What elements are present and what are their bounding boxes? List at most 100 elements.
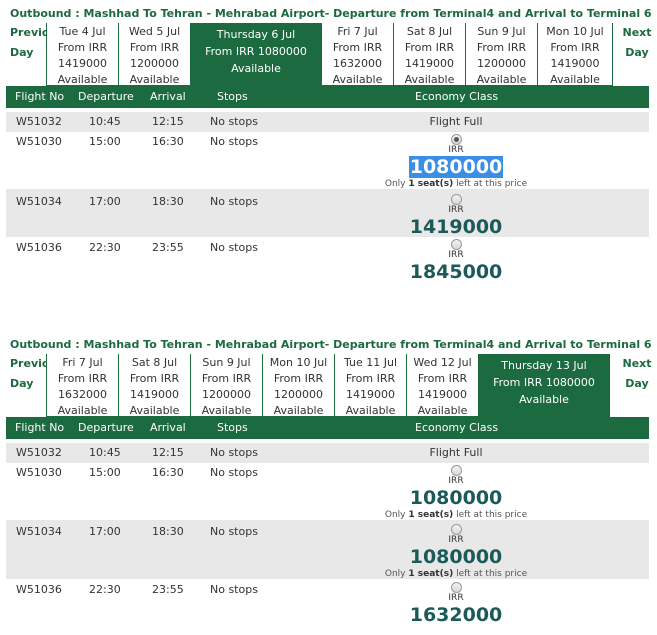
previous-day-label: Previous <box>10 357 46 370</box>
day-label: Fri 7 Jul <box>337 25 378 38</box>
header-flight-no: Flight No <box>15 90 65 103</box>
fare-cell: IRR 1080000 Only 1 seat(s) left at this … <box>346 465 566 521</box>
day-label: Mon 10 Jul <box>546 25 604 38</box>
day-tab-mon-10-jul[interactable]: Mon 10 Jul From IRR 1419000 Available <box>537 23 613 86</box>
day-price: 1200000 <box>130 57 179 70</box>
next-day-label: Next <box>622 26 652 39</box>
day-tab-tue-11-jul[interactable]: Tue 11 Jul From IRR 1419000 Available <box>334 354 407 417</box>
flight-full-status: Flight Full <box>429 115 483 128</box>
day-from: From IRR <box>57 372 108 385</box>
fare-radio[interactable] <box>450 465 462 476</box>
day-price: 1419000 <box>58 57 107 70</box>
arrival-time: 12:15 <box>152 446 184 459</box>
stops: No stops <box>210 466 258 479</box>
arrival-time: 16:30 <box>152 135 184 148</box>
previous-day-label: Previous <box>10 26 46 39</box>
day-tab-fri-7-jul[interactable]: Fri 7 Jul From IRR 1632000 Available <box>321 23 394 86</box>
flights-table-header: Flight No Departure Arrival Stops Econom… <box>6 86 649 108</box>
seats-count: 1 seat(s) <box>408 569 454 579</box>
previous-day-link[interactable]: Previous Day <box>10 23 46 63</box>
arrival-time: 23:55 <box>152 583 184 596</box>
stops: No stops <box>210 115 258 128</box>
fare-price: 1080000 <box>409 487 503 509</box>
day-price: 1200000 <box>274 388 323 401</box>
fare-price: 1080000 <box>408 156 504 178</box>
route-title: Outbound : Mashhad To Tehran - Mehrabad … <box>10 338 652 351</box>
day-price: 1419000 <box>130 388 179 401</box>
header-departure: Departure <box>78 421 134 434</box>
day-from: From IRR <box>201 372 252 385</box>
day-price: 1632000 <box>333 57 382 70</box>
flight-number: W51036 <box>16 583 62 596</box>
day-availability: Available <box>231 62 281 75</box>
fare-radio[interactable] <box>450 582 462 593</box>
fare-radio[interactable] <box>450 194 462 205</box>
next-day-label-2: Day <box>625 377 649 390</box>
currency-label: IRR <box>448 476 464 486</box>
arrival-time: 16:30 <box>152 466 184 479</box>
arrival-time: 23:55 <box>152 241 184 254</box>
fare-radio[interactable] <box>450 524 462 535</box>
day-tab-sat-8-jul[interactable]: Sat 8 Jul From IRR 1419000 Available <box>118 354 191 417</box>
fare-radio[interactable] <box>450 239 462 250</box>
header-flight-no: Flight No <box>15 421 65 434</box>
note-suffix: left at this price <box>456 179 528 189</box>
table-row: W51034 17:00 18:30 No stops IRR 1080000 … <box>6 520 649 579</box>
departure-time: 22:30 <box>89 241 121 254</box>
day-from: From IRR <box>417 372 468 385</box>
day-label: Sun 9 Jul <box>202 356 251 369</box>
flight-number: W51032 <box>16 115 62 128</box>
day-price: 1200000 <box>477 57 526 70</box>
note-suffix: left at this price <box>456 569 528 579</box>
stops: No stops <box>210 525 258 538</box>
day-price: 1419000 <box>550 57 600 70</box>
fare-cell: IRR 1080000 Only 1 seat(s) left at this … <box>346 134 566 190</box>
day-label: Fri 7 Jul <box>62 356 103 369</box>
day-tab-thursday-6-jul-selected[interactable]: Thursday 6 Jul From IRR 1080000 Availabl… <box>190 23 322 86</box>
flight-full-status: Flight Full <box>429 446 483 459</box>
day-tab-fri-7-jul[interactable]: Fri 7 Jul From IRR 1632000 Available <box>46 354 119 417</box>
day-tab-sun-9-jul[interactable]: Sun 9 Jul From IRR 1200000 Available <box>465 23 538 86</box>
day-tab-thursday-13-jul-selected[interactable]: Thursday 13 Jul From IRR 1080000 Availab… <box>478 354 610 417</box>
next-day-link[interactable]: Next Day <box>621 354 653 394</box>
table-row: W51032 10:45 12:15 No stops Flight Full <box>6 112 649 132</box>
note-suffix: left at this price <box>456 510 528 520</box>
day-availability: Available <box>519 393 569 406</box>
currency-label: IRR <box>448 250 464 260</box>
day-tab-sun-9-jul[interactable]: Sun 9 Jul From IRR 1200000 Available <box>190 354 263 417</box>
day-label: Thursday 13 Jul <box>501 359 587 372</box>
flight-number: W51030 <box>16 135 62 148</box>
next-day-label-2: Day <box>625 46 649 59</box>
table-row: W51030 15:00 16:30 No stops IRR 1080000 … <box>6 463 649 520</box>
flight-number: W51034 <box>16 195 62 208</box>
day-tab-sat-8-jul[interactable]: Sat 8 Jul From IRR 1419000 Available <box>393 23 466 86</box>
header-economy-class: Economy Class <box>415 90 499 103</box>
next-day-label: Next <box>622 357 652 370</box>
day-tab-wed-12-jul[interactable]: Wed 12 Jul From IRR 1419000 Available <box>406 354 479 417</box>
departure-time: 15:00 <box>89 135 121 148</box>
day-tab-mon-10-jul[interactable]: Mon 10 Jul From IRR 1200000 Available <box>262 354 335 417</box>
flight-number: W51032 <box>16 446 62 459</box>
day-tab-tue-4-jul[interactable]: Tue 4 Jul From IRR 1419000 Available <box>46 23 119 86</box>
day-tab-wed-5-jul[interactable]: Wed 5 Jul From IRR 1200000 Available <box>118 23 191 86</box>
fare-radio-selected[interactable] <box>450 134 462 145</box>
departure-time: 22:30 <box>89 583 121 596</box>
day-from: From IRR <box>550 41 600 54</box>
departure-time: 10:45 <box>89 115 121 128</box>
currency-label: IRR <box>448 145 464 155</box>
day-from: From IRR <box>332 41 383 54</box>
currency-label: IRR <box>448 593 464 603</box>
header-arrival: Arrival <box>150 90 186 103</box>
fare-price: 1080000 <box>409 546 503 568</box>
previous-day-link[interactable]: Previous Day <box>10 354 46 394</box>
day-label: Sat 8 Jul <box>131 356 178 369</box>
previous-day-label-2: Day <box>10 46 34 59</box>
fare-price: 1419000 <box>409 216 503 238</box>
stops: No stops <box>210 446 258 459</box>
header-stops: Stops <box>217 90 248 103</box>
next-day-link[interactable]: Next Day <box>621 23 653 63</box>
day-from-price: From IRR 1080000 <box>493 376 595 389</box>
day-from: From IRR <box>129 41 180 54</box>
previous-day-label-2: Day <box>10 377 34 390</box>
departure-time: 17:00 <box>89 525 121 538</box>
